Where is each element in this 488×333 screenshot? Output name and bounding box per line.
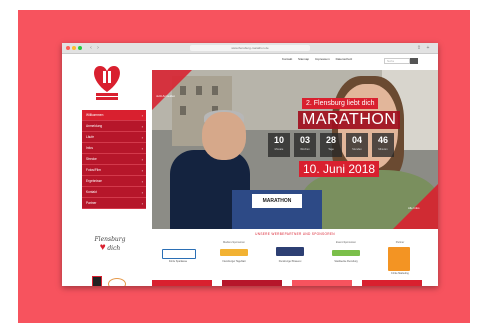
countdown-label: Wochen	[300, 148, 310, 151]
register-corner[interactable]	[152, 70, 192, 110]
race-bib: MARATHON	[252, 194, 302, 208]
chevron-right-icon: ›	[141, 113, 143, 118]
partner-logo-sparkasse[interactable]	[162, 249, 196, 259]
countdown-months: 10 Monate	[268, 133, 290, 157]
hero-headline: 2. Flensburg liebt dich	[302, 98, 379, 109]
sidebar: Willkommen › Anmeldung › Läufe › Infos › Str…	[62, 54, 152, 286]
nav-item-partner[interactable]: Partner ›	[82, 198, 146, 209]
partner-name: Flensburger Brauerei	[278, 260, 302, 263]
association-logos	[84, 276, 134, 286]
countdown-label: Tage	[328, 148, 334, 151]
footer-tile[interactable]	[222, 280, 282, 286]
search-button[interactable]	[410, 58, 418, 64]
nav-label: Strecke	[86, 157, 97, 161]
countdown-minutes: 46 Minuten	[372, 133, 394, 157]
partner-group-label: Medien-Sponsoren	[223, 241, 245, 244]
partner-group-label: Event-Sponsoren	[335, 241, 357, 244]
countdown-days: 28 Tage	[320, 133, 342, 157]
chevron-right-icon: ›	[141, 201, 143, 206]
top-nav-datenschutz[interactable]: Datenschutz	[336, 57, 353, 61]
address-bar[interactable]: www.flensburg-marathon.de	[190, 45, 310, 51]
sports-association-icon	[108, 278, 126, 286]
countdown-value: 04	[351, 135, 362, 145]
forward-icon[interactable]: ›	[95, 45, 101, 51]
chevron-right-icon: ›	[141, 135, 143, 140]
new-tab-icon[interactable]: +	[425, 45, 431, 51]
countdown-value: 03	[299, 135, 310, 145]
countdown-value: 28	[325, 135, 336, 145]
countdown-value: 10	[273, 135, 284, 145]
nav-label: Infos	[86, 146, 93, 150]
heart-icon: ♥	[99, 242, 106, 253]
flensburg-logo-line1: Flensburg	[94, 236, 126, 243]
partner-name: Stadtwerke Flensburg	[334, 260, 358, 263]
close-window-button[interactable]	[66, 46, 70, 50]
partner-name: Förde Sparkasse	[168, 260, 188, 263]
nav-item-fotos[interactable]: Fotos/Film ›	[82, 165, 146, 176]
info-corner-text[interactable]: Alle Infos	[408, 206, 420, 210]
nav-item-strecke[interactable]: Strecke ›	[82, 154, 146, 165]
register-corner-text[interactable]: Jetzt Anmelden	[156, 94, 175, 98]
partner-logo-brauerei[interactable]	[276, 247, 304, 256]
building-window	[212, 86, 218, 95]
nav-label: Anmeldung	[86, 124, 103, 128]
countdown-label: Monate	[274, 148, 284, 151]
event-date: 10. Juni 2018	[299, 161, 380, 177]
marathon-logo[interactable]	[86, 62, 128, 102]
nav-item-laeufe[interactable]: Läufe ›	[82, 132, 146, 143]
main-nav: Willkommen › Anmeldung › Läufe › Infos › Str…	[82, 110, 146, 209]
chevron-right-icon: ›	[141, 179, 143, 184]
nav-item-willkommen[interactable]: Willkommen ›	[82, 110, 146, 121]
partner-name: Flensburger Tageblatt	[222, 260, 246, 263]
top-nav-kontakt[interactable]: Kontakt	[282, 57, 292, 61]
chevron-right-icon: ›	[141, 168, 143, 173]
chevron-right-icon: ›	[141, 124, 143, 129]
countdown-value: 46	[377, 135, 388, 145]
partner-name: Förde Marketing	[391, 272, 409, 275]
footer-tile[interactable]	[292, 280, 352, 286]
nav-label: Kontakt	[86, 190, 97, 194]
nav-item-anmeldung[interactable]: Anmeldung ›	[82, 121, 146, 132]
building-window	[196, 86, 202, 95]
flensburg-liebt-dich-logo[interactable]: Flensburg ♥ dich	[90, 236, 130, 253]
hero-banner: MARATHON Jetzt Anmelden Alle Infos 2. Fl…	[152, 70, 438, 229]
chevron-right-icon: ›	[141, 157, 143, 162]
nav-label: Läufe	[86, 135, 94, 139]
partner-logo-foerde[interactable]	[388, 247, 410, 271]
hero-title: MARATHON	[298, 111, 401, 129]
back-icon[interactable]: ‹	[88, 45, 94, 51]
footer-tile[interactable]	[362, 280, 422, 286]
flensburg-logo-line2: dich	[107, 245, 121, 252]
share-icon[interactable]: ⇪	[416, 45, 422, 51]
nav-label: Willkommen	[86, 113, 104, 117]
countdown-label: Stunden	[352, 148, 362, 151]
chevron-right-icon: ›	[141, 146, 143, 151]
maximize-window-button[interactable]	[78, 46, 82, 50]
partners-title: UNSERE WERBEPARTNER UND SPONSOREN	[255, 232, 335, 236]
minimize-window-button[interactable]	[72, 46, 76, 50]
partners-section: UNSERE WERBEPARTNER UND SPONSOREN Förde …	[152, 229, 438, 286]
partner-logo-tageblatt[interactable]	[220, 249, 248, 256]
browser-window: ‹ › www.flensburg-marathon.de ⇪ + Willko…	[62, 43, 438, 286]
club-logo-icon	[92, 276, 102, 286]
nav-item-kontakt[interactable]: Kontakt ›	[82, 187, 146, 198]
top-nav-sitemap[interactable]: Sitemap	[298, 57, 309, 61]
countdown-weeks: 03 Wochen	[294, 133, 316, 157]
chevron-right-icon: ›	[141, 190, 143, 195]
top-nav-impressum[interactable]: Impressum	[315, 57, 330, 61]
nav-label: Partner	[86, 201, 97, 205]
countdown-label: Minuten	[378, 148, 388, 151]
nav-item-infos[interactable]: Infos ›	[82, 143, 146, 154]
footer-tile[interactable]	[152, 280, 212, 286]
browser-toolbar: ‹ › www.flensburg-marathon.de ⇪ +	[62, 43, 438, 54]
partner-group-label: Partner	[395, 241, 405, 244]
nav-label: Fotos/Film	[86, 168, 101, 172]
nav-item-ergebnisse[interactable]: Ergebnisse ›	[82, 176, 146, 187]
countdown-hours: 04 Stunden	[346, 133, 368, 157]
spectator-face	[202, 112, 246, 160]
partner-logo-stadtwerke[interactable]	[332, 250, 360, 256]
nav-label: Ergebnisse	[86, 179, 102, 183]
search-input[interactable]: Suche	[384, 58, 410, 64]
